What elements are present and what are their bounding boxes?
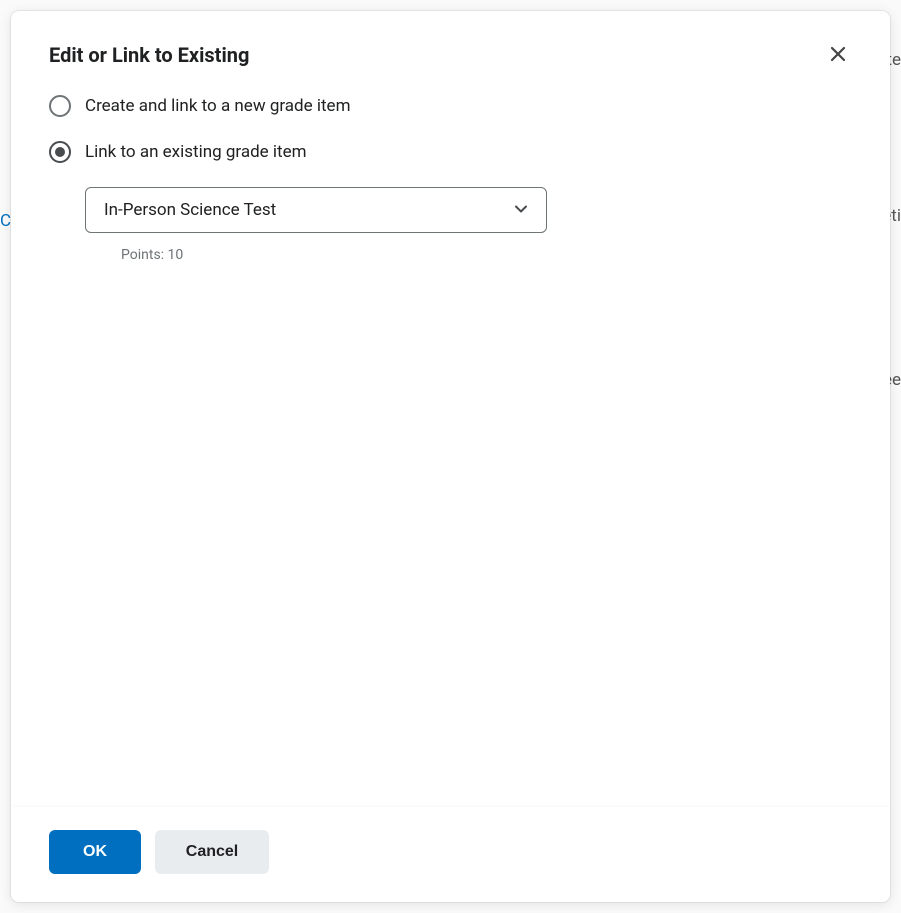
modal-footer: OK Cancel [11,807,890,902]
spacer [49,263,852,807]
grade-item-select[interactable]: In-Person Science Test [85,187,547,233]
chevron-down-icon [514,201,528,220]
radio-dot-icon [55,147,65,157]
points-label: Points: 10 [121,247,852,263]
ok-button[interactable]: OK [49,830,141,874]
edit-link-modal: Edit or Link to Existing Create and link… [11,11,890,902]
grade-item-select-wrapper: In-Person Science Test Points: 10 [85,187,852,263]
radio-label: Link to an existing grade item [85,142,307,162]
close-button[interactable] [824,41,852,69]
select-value: In-Person Science Test [104,200,276,220]
modal-body: Create and link to a new grade item Link… [11,89,890,807]
radio-create-new[interactable]: Create and link to a new grade item [49,95,852,117]
radio-label: Create and link to a new grade item [85,96,350,116]
radio-icon [49,95,71,117]
cancel-button[interactable]: Cancel [155,830,269,874]
modal-header: Edit or Link to Existing [11,11,890,89]
radio-icon-selected [49,141,71,163]
modal-title: Edit or Link to Existing [49,43,249,67]
radio-link-existing[interactable]: Link to an existing grade item [49,141,852,163]
close-icon [830,46,846,65]
